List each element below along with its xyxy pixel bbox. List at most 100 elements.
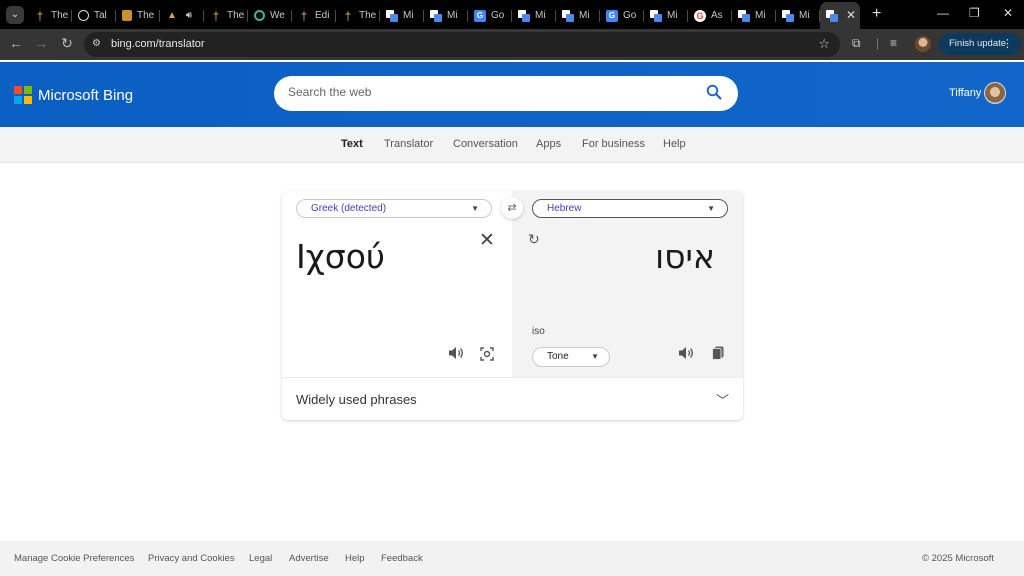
tab-title: Go — [491, 10, 505, 21]
user-name[interactable]: Tiffany — [949, 87, 981, 99]
media-queue-icon[interactable]: ≡ — [890, 36, 897, 50]
target-language-select[interactable]: Hebrew ▼ — [532, 199, 728, 218]
extensions-icon[interactable]: ⧉ — [852, 36, 861, 51]
clear-text-icon[interactable]: ✕ — [479, 229, 495, 252]
close-tab-icon[interactable]: ✕ — [846, 8, 856, 22]
finish-update-button[interactable]: Finish update ⋮ — [939, 33, 1021, 55]
source-pane: Greek (detected) ▼ Ιχσού ✕ — [282, 191, 512, 377]
speaker-icon[interactable] — [678, 346, 694, 360]
browser-tab[interactable]: Mi — [512, 2, 556, 29]
browser-tab[interactable]: Mi — [380, 2, 424, 29]
browser-tab[interactable]: Mi — [556, 2, 600, 29]
tab-for-business[interactable]: For business — [582, 138, 645, 150]
source-language-select[interactable]: Greek (detected) ▼ — [296, 199, 492, 218]
tab-translator[interactable]: Translator — [384, 138, 433, 150]
tone-select[interactable]: Tone ▼ — [532, 347, 610, 367]
page-footer: Manage Cookie Preferences Privacy and Co… — [0, 541, 1024, 576]
footer-link-legal[interactable]: Legal — [249, 553, 272, 564]
toolbar-divider: | — [876, 36, 880, 50]
footer-link-feedback[interactable]: Feedback — [381, 553, 423, 564]
url-text[interactable]: bing.com/translator — [111, 38, 205, 50]
tab-title: Mi — [755, 10, 766, 21]
browser-tab[interactable]: ▲ 🔊︎ — [160, 2, 204, 29]
tab-title: The — [51, 10, 69, 21]
window-close-icon[interactable]: ✕ — [1003, 6, 1013, 20]
tab-title: Mi — [403, 10, 414, 21]
source-language-label: Greek (detected) — [311, 203, 387, 214]
browser-tab[interactable]: † The — [204, 2, 248, 29]
restore-icon[interactable]: ❐ — [969, 6, 980, 20]
browser-tab[interactable]: The — [116, 2, 160, 29]
browser-toolbar: ← → ↻ ⚙ bing.com/translator ☆ ⧉ | ≡ Fini… — [0, 29, 1024, 60]
browser-tab[interactable]: † The — [336, 2, 380, 29]
tab-help[interactable]: Help — [663, 138, 686, 150]
browser-tab[interactable]: † The — [28, 2, 72, 29]
ms-translator-icon — [562, 9, 574, 22]
address-bar[interactable]: ⚙ bing.com/translator ☆ — [84, 32, 840, 57]
camera-scan-icon[interactable] — [480, 347, 494, 361]
browser-tab-strip: ⌄ † The Tal The ▲ 🔊︎ † The We † Edi † The Mi … — [0, 0, 1024, 29]
search-icon[interactable] — [706, 84, 722, 100]
profile-avatar-icon[interactable] — [915, 36, 931, 52]
footer-link-advertise[interactable]: Advertise — [289, 553, 329, 564]
globe-icon — [78, 10, 89, 21]
browser-tab[interactable]: Mi — [776, 2, 820, 29]
tab-conversation[interactable]: Conversation — [453, 138, 518, 150]
browser-tab[interactable]: Mi — [732, 2, 776, 29]
footer-link-help[interactable]: Help — [345, 553, 365, 564]
ms-translator-icon — [518, 9, 530, 22]
footer-link-cookie-preferences[interactable]: Manage Cookie Preferences — [14, 553, 134, 564]
target-pane: Hebrew ▼ ↻ איסו iso Tone ▼ — [512, 191, 743, 377]
microsoft-logo-icon[interactable] — [14, 86, 32, 104]
copyright: © 2025 Microsoft — [922, 553, 994, 564]
ms-translator-icon — [826, 9, 838, 22]
browser-tab[interactable]: Tal — [72, 2, 116, 29]
translator-subnav: Text Translator Conversation Apps For bu… — [0, 127, 1024, 163]
tab-text[interactable]: Text — [341, 138, 363, 150]
tab-apps[interactable]: Apps — [536, 138, 561, 150]
browser-tab[interactable]: G As — [688, 2, 732, 29]
brand-name[interactable]: Microsoft Bing — [38, 87, 133, 104]
swap-languages-icon[interactable]: ⇄ — [501, 197, 523, 219]
tab-search-icon[interactable]: ⌄ — [6, 6, 24, 24]
speaker-icon[interactable] — [448, 346, 464, 360]
browser-tab[interactable]: Mi — [424, 2, 468, 29]
browser-tab[interactable]: We — [248, 2, 292, 29]
tone-label: Tone — [547, 351, 569, 362]
tab-title: Mi — [667, 10, 678, 21]
book-icon — [122, 10, 132, 21]
minimize-icon[interactable]: — — [937, 6, 949, 20]
tab-title: We — [270, 10, 285, 21]
speaker-icon[interactable]: 🔊︎ — [183, 10, 195, 22]
browser-tab[interactable]: Mi — [644, 2, 688, 29]
browser-tab[interactable]: † Edi — [292, 2, 336, 29]
menu-dots-icon[interactable]: ⋮ — [1002, 33, 1013, 55]
chevron-down-icon[interactable]: ﹀ — [716, 390, 729, 409]
target-language-label: Hebrew — [547, 203, 582, 214]
forward-icon[interactable]: → — [32, 35, 50, 51]
avatar[interactable] — [984, 82, 1006, 104]
new-tab-button[interactable]: + — [872, 5, 881, 23]
search-input[interactable] — [288, 85, 688, 99]
ms-translator-icon — [386, 9, 398, 22]
phrases-label: Widely used phrases — [296, 392, 417, 407]
footer-link-privacy[interactable]: Privacy and Cookies — [148, 553, 235, 564]
site-settings-icon[interactable]: ⚙ — [92, 38, 104, 50]
bookmark-star-icon[interactable]: ☆ — [818, 36, 830, 52]
browser-tab[interactable]: G Go — [600, 2, 644, 29]
tab-title: Mi — [535, 10, 546, 21]
reload-icon[interactable]: ↻ — [58, 35, 76, 52]
refresh-icon[interactable]: ↻ — [528, 231, 540, 248]
back-icon[interactable]: ← — [7, 35, 25, 51]
source-text-input[interactable]: Ιχσού — [296, 237, 385, 276]
widely-used-phrases[interactable]: Widely used phrases ﹀ — [282, 377, 743, 420]
tab-title: Edi — [315, 10, 330, 21]
copy-icon[interactable] — [712, 346, 724, 360]
tab-title: Mi — [799, 10, 810, 21]
browser-tab-active[interactable]: ✕ — [820, 2, 860, 29]
translated-text: איסו — [655, 237, 715, 276]
cross-icon: † — [36, 8, 44, 23]
browser-tab[interactable]: G Go — [468, 2, 512, 29]
cross-icon: † — [212, 8, 220, 23]
search-box[interactable] — [274, 76, 738, 111]
